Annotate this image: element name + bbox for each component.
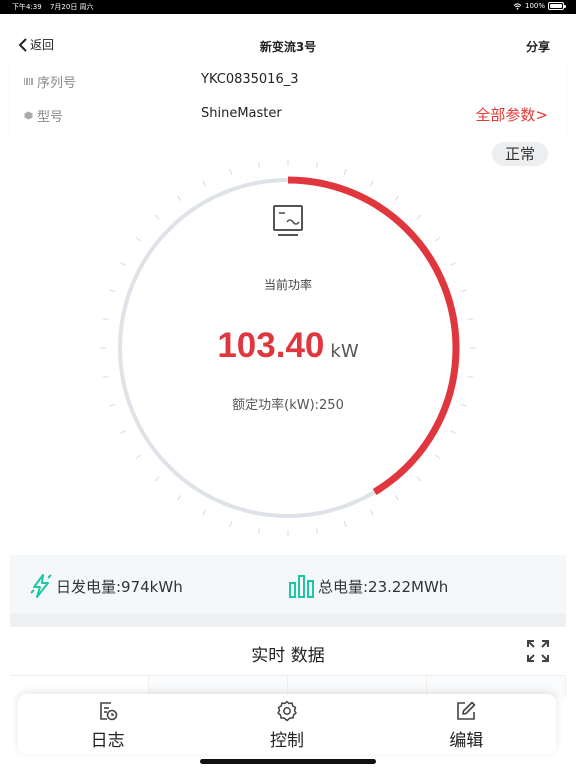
gauge-tick xyxy=(370,180,374,187)
nav-bar: 返回 新变流3号 分享 xyxy=(10,14,566,60)
power-unit: kW xyxy=(330,341,359,362)
status-bar: 下午4:39 7月20日 周六 100% xyxy=(0,0,576,14)
gear-icon xyxy=(277,700,297,722)
serial-value: YKC0835016_3 xyxy=(201,72,299,87)
serial-label: 序列号 xyxy=(24,72,76,91)
daily-energy-text: 日发电量:974kWh xyxy=(56,577,183,596)
device-info-card: 序列号 YKC0835016_3 型号 ShineMaster 全部参数> xyxy=(10,60,566,130)
barcode-icon xyxy=(24,78,33,85)
gauge-tick xyxy=(315,527,318,534)
gauge-tick xyxy=(154,476,160,482)
share-button[interactable]: 分享 xyxy=(526,38,550,55)
realtime-title: 实时 数据 xyxy=(251,646,325,666)
edit-button[interactable]: 编辑 xyxy=(377,694,556,754)
gauge-tick xyxy=(154,214,160,220)
cube-icon xyxy=(24,111,33,120)
gauge-tick xyxy=(229,169,233,176)
gauge-tick xyxy=(370,509,374,516)
edit-icon xyxy=(457,701,476,720)
control-button[interactable]: 控制 xyxy=(197,694,376,754)
model-label: 型号 xyxy=(24,106,63,125)
gauge-tick xyxy=(467,318,474,321)
log-label: 日志 xyxy=(90,731,125,751)
gauge-tick xyxy=(177,494,182,501)
total-energy: 总电量:23.22MWh xyxy=(288,573,448,599)
log-icon xyxy=(99,702,117,721)
app-screen: 下午4:39 7月20日 周六 100% 返回 新变流3号 分享 序列号 YKC… xyxy=(0,0,576,768)
gauge-tick xyxy=(416,476,422,482)
gauge-tick xyxy=(449,430,456,434)
model-label-text: 型号 xyxy=(37,110,64,125)
gauge-tick xyxy=(315,162,318,169)
section-divider xyxy=(10,613,566,627)
model-value: ShineMaster xyxy=(201,106,282,121)
gauge-tick xyxy=(343,169,347,176)
bottom-toolbar: 日志 控制 编辑 xyxy=(18,694,556,754)
gauge-tick xyxy=(343,520,347,527)
daily-energy: 日发电量:974kWh xyxy=(28,573,183,599)
gauge-tick xyxy=(394,494,399,501)
gauge-tick xyxy=(467,375,474,378)
log-button[interactable]: 日志 xyxy=(18,694,197,754)
gauge-tick xyxy=(258,527,261,534)
gauge-tick xyxy=(135,237,142,242)
gauge-tick xyxy=(202,509,206,516)
page-title: 新变流3号 xyxy=(259,40,317,54)
rated-power-text: 额定功率(kW):250 xyxy=(232,398,344,413)
gauge-tick xyxy=(102,318,109,321)
gauge-tick xyxy=(258,162,261,169)
battery-icon xyxy=(548,2,566,10)
current-power-label: 当前功率 xyxy=(263,278,312,292)
status-time-text: 下午4:39 xyxy=(12,3,42,11)
gauge-tick xyxy=(229,520,233,527)
status-date-text: 7月20日 周六 xyxy=(49,3,94,11)
lightning-icon xyxy=(30,574,52,598)
battery-percent: 100% xyxy=(524,2,545,10)
fullscreen-icon[interactable] xyxy=(526,639,550,663)
inverter-icon xyxy=(273,205,303,236)
status-indicators: 100% xyxy=(513,2,566,10)
control-label: 控制 xyxy=(269,731,304,751)
edit-label: 编辑 xyxy=(449,731,484,751)
gauge-tick xyxy=(394,195,399,202)
gauge-tick xyxy=(416,214,422,220)
model-row: 型号 ShineMaster 全部参数> xyxy=(10,94,566,128)
gauge-tick xyxy=(120,430,127,434)
gauge-tick xyxy=(120,262,127,266)
bar-chart-icon xyxy=(289,575,314,598)
realtime-data-section: 实时 数据 xyxy=(10,627,566,697)
current-power-value: 103.40 xyxy=(217,326,325,365)
serial-row: 序列号 YKC0835016_3 xyxy=(10,60,566,94)
current-power-display: 103.40 kW xyxy=(10,326,566,366)
energy-summary: 日发电量:974kWh 总电量:23.22MWh xyxy=(10,555,566,613)
gauge-tick xyxy=(177,195,182,202)
gauge-tick xyxy=(135,454,142,459)
gauge-tick xyxy=(434,454,441,459)
gauge-tick xyxy=(434,237,441,242)
serial-label-text: 序列号 xyxy=(37,76,77,91)
gauge-tick xyxy=(449,262,456,266)
wifi-icon xyxy=(513,2,522,10)
total-energy-text: 总电量:23.22MWh xyxy=(318,577,449,596)
home-indicator xyxy=(200,759,376,764)
all-params-link[interactable]: 全部参数> xyxy=(475,104,548,125)
gauge-tick xyxy=(102,375,109,378)
power-gauge-panel: 正常 当前功率 103.40 kW 额定功率(kW):250 xyxy=(10,130,566,555)
gauge-tick xyxy=(202,180,206,187)
status-time: 下午4:39 7月20日 周六 xyxy=(12,2,94,12)
